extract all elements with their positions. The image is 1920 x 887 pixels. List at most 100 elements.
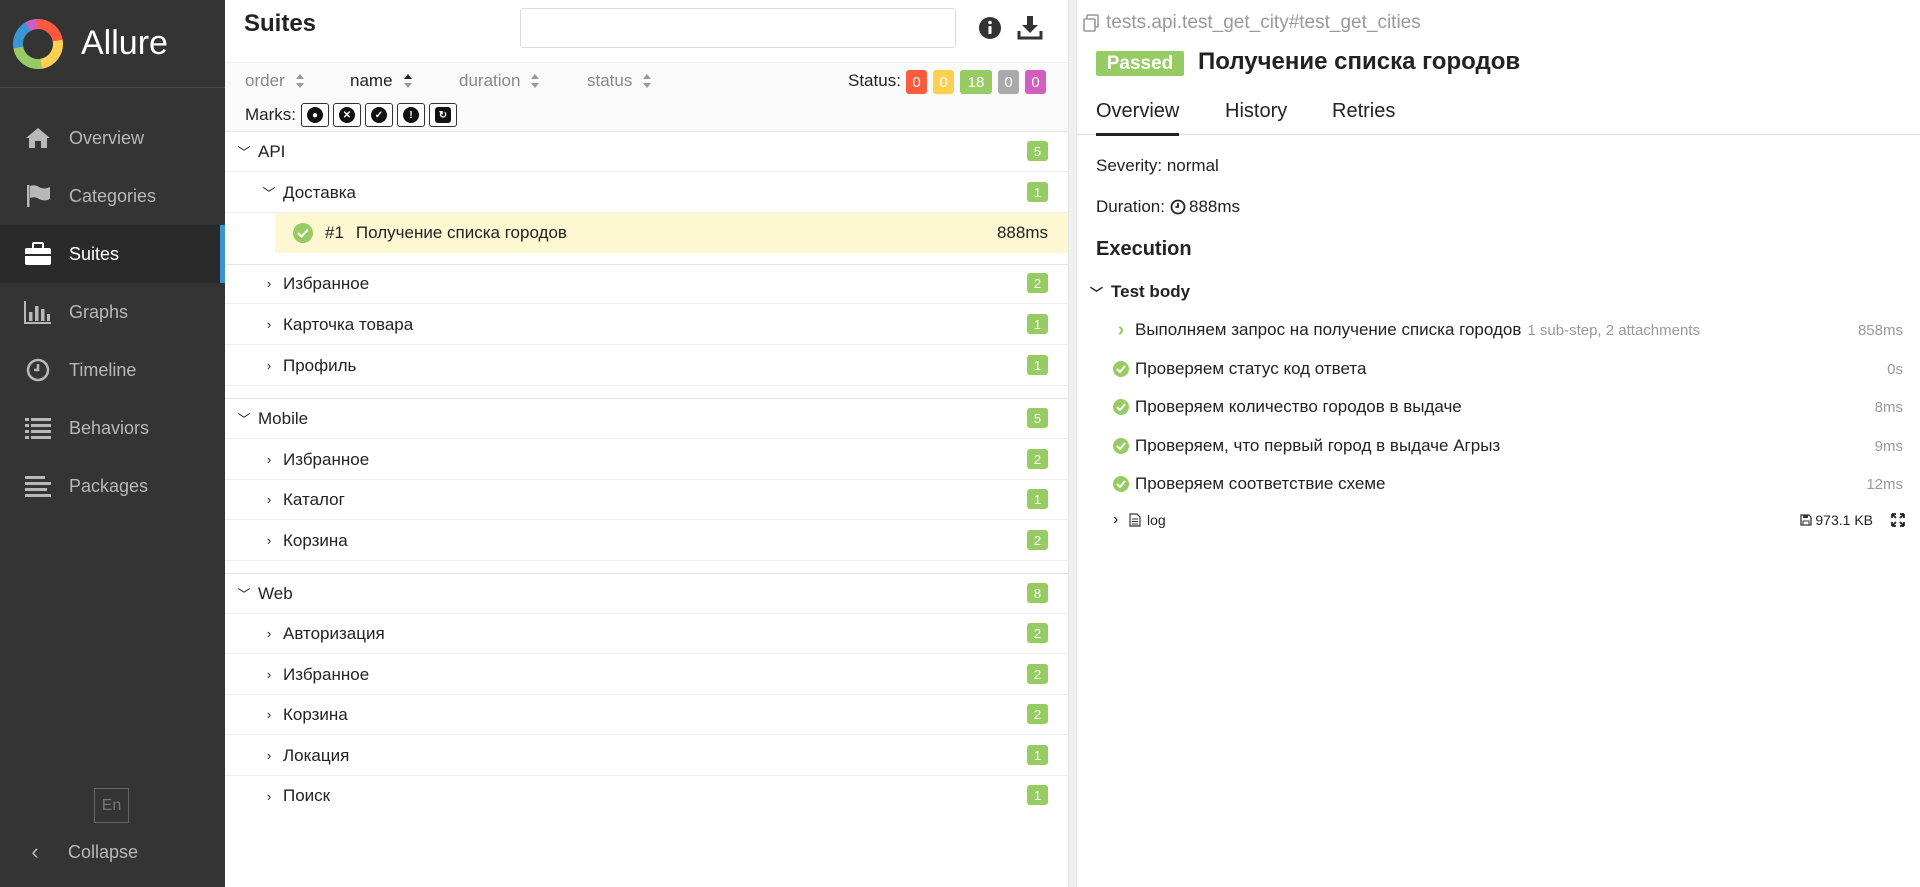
step-row[interactable]: › Выполняем запрос на получение списка г… bbox=[1113, 316, 1903, 344]
mark-new-broken-toggle[interactable]: ! bbox=[397, 103, 425, 127]
tab-retries[interactable]: Retries bbox=[1332, 100, 1395, 123]
tree-group-mobile-favorites[interactable]: › Избранное 2 bbox=[225, 440, 1068, 480]
group-count: 8 bbox=[1027, 583, 1048, 603]
tree-group-api-profile[interactable]: › Профиль 1 bbox=[225, 346, 1068, 386]
group-count: 1 bbox=[1027, 785, 1048, 805]
sidebar-nav: Overview Categories Suites Graphs Timeli… bbox=[0, 109, 225, 515]
group-count: 1 bbox=[1027, 182, 1048, 202]
bomb-icon: ● bbox=[307, 107, 323, 123]
tree-group-api-product-card[interactable]: › Карточка товара 1 bbox=[225, 305, 1068, 345]
group-label: Корзина bbox=[283, 704, 348, 724]
test-body-toggle[interactable]: ﹀ Test body bbox=[1090, 282, 1190, 302]
search-input[interactable] bbox=[520, 8, 956, 48]
step-time: 12ms bbox=[1866, 475, 1903, 493]
chevron-right-icon: › bbox=[266, 707, 272, 722]
step-substeps: 1 sub-step, 2 attachments bbox=[1527, 321, 1700, 339]
status-skipped-toggle[interactable]: 0 bbox=[998, 70, 1019, 94]
sort-duration[interactable]: duration bbox=[459, 71, 540, 91]
chevron-down-icon: ﹀ bbox=[1090, 285, 1104, 301]
sidebar-item-label: Graphs bbox=[69, 301, 129, 322]
passed-icon bbox=[1113, 399, 1129, 415]
tree-group-api-favorites[interactable]: › Избранное 2 bbox=[225, 264, 1068, 304]
tree-group-mobile-cart[interactable]: › Корзина 2 bbox=[225, 521, 1068, 561]
detail-tabs: Overview History Retries bbox=[1077, 92, 1920, 136]
group-label: Избранное bbox=[283, 449, 370, 469]
chevron-down-icon: ﹀ bbox=[237, 412, 251, 427]
chevron-right-icon: › bbox=[266, 788, 272, 804]
sidebar-item-suites[interactable]: Suites bbox=[0, 225, 225, 283]
step-row[interactable]: Проверяем соответствие схеме 12ms bbox=[1113, 470, 1903, 498]
sort-asc-icon bbox=[403, 74, 412, 88]
status-passed-toggle[interactable]: 18 bbox=[960, 70, 992, 94]
tree-group-mobile-catalog[interactable]: › Каталог 1 bbox=[225, 480, 1068, 520]
chevron-right-icon: › bbox=[266, 533, 272, 548]
group-label: Избранное bbox=[283, 664, 370, 684]
sidebar-item-behaviors[interactable]: Behaviors bbox=[0, 399, 225, 457]
brand[interactable]: Allure bbox=[0, 0, 225, 88]
tree-group-web-auth[interactable]: › Авторизация 2 bbox=[225, 614, 1068, 654]
clock-icon bbox=[23, 357, 53, 383]
chevron-down-icon: ﹀ bbox=[262, 186, 276, 201]
step-time: 9ms bbox=[1874, 437, 1903, 455]
attachment-row[interactable]: › log 973.1 KB bbox=[1113, 508, 1905, 532]
group-label: Поиск bbox=[283, 786, 331, 805]
test-row-selected[interactable]: #1 Получение списка городов 888ms bbox=[275, 213, 1068, 253]
status-failed-toggle[interactable]: 0 bbox=[906, 70, 927, 94]
tree-group-web[interactable]: ﹀ Web 8 bbox=[225, 574, 1068, 614]
sidebar-item-label: Suites bbox=[69, 243, 120, 264]
tab-overview[interactable]: Overview bbox=[1096, 100, 1180, 136]
info-icon[interactable] bbox=[978, 16, 1002, 40]
test-title: Получение списка городов bbox=[1198, 48, 1521, 75]
sidebar-item-categories[interactable]: Categories bbox=[0, 167, 225, 225]
chevron-down-icon: ﹀ bbox=[237, 145, 251, 160]
refresh-icon: ↻ bbox=[435, 107, 451, 123]
tree-group-delivery[interactable]: ﹀ Доставка 1 bbox=[225, 173, 1068, 213]
sidebar-item-overview[interactable]: Overview bbox=[0, 109, 225, 167]
passed-icon bbox=[1113, 361, 1129, 377]
step-row[interactable]: Проверяем статус код ответа 0s bbox=[1113, 355, 1903, 383]
sidebar: Allure Overview Categories Suites Graphs… bbox=[0, 0, 225, 887]
test-number: #1 bbox=[325, 223, 344, 242]
test-name: Получение списка городов bbox=[355, 223, 567, 242]
status-unknown-toggle[interactable]: 0 bbox=[1025, 70, 1046, 94]
status-broken-toggle[interactable]: 0 bbox=[933, 70, 954, 94]
sidebar-item-packages[interactable]: Packages bbox=[0, 457, 225, 515]
bar-chart-icon bbox=[23, 299, 53, 325]
collapse-button[interactable]: ‹ Collapse bbox=[24, 839, 138, 865]
group-label: Карточка товара bbox=[283, 314, 414, 334]
tree-group-mobile[interactable]: ﹀ Mobile 5 bbox=[225, 399, 1068, 439]
status-filter-label: Status: bbox=[848, 71, 901, 90]
chevron-right-icon: › bbox=[1117, 318, 1125, 341]
download-icon[interactable] bbox=[1017, 14, 1043, 40]
step-label: Выполняем запрос на получение списка гор… bbox=[1135, 320, 1522, 339]
expand-icon[interactable] bbox=[1891, 513, 1905, 527]
sidebar-item-graphs[interactable]: Graphs bbox=[0, 283, 225, 341]
group-count: 1 bbox=[1027, 355, 1048, 375]
language-switch[interactable]: En bbox=[94, 788, 129, 823]
home-icon bbox=[23, 125, 53, 151]
step-row[interactable]: Проверяем, что первый город в выдаче Агр… bbox=[1113, 432, 1903, 460]
tree-group-web-location[interactable]: › Локация 1 bbox=[225, 736, 1068, 776]
step-time: 0s bbox=[1887, 360, 1903, 378]
pane-resize-handle[interactable] bbox=[1068, 0, 1077, 887]
tab-history[interactable]: History bbox=[1225, 100, 1287, 123]
sort-name-label: name bbox=[350, 71, 393, 90]
tree-group-web-search[interactable]: › Поиск 1 bbox=[225, 776, 1068, 816]
test-detail-pane: tests.api.test_get_city#test_get_cities … bbox=[1077, 0, 1920, 887]
mark-new-passed-toggle[interactable]: ✓ bbox=[365, 103, 393, 127]
sort-icon bbox=[295, 74, 304, 88]
tree-group-web-cart[interactable]: › Корзина 2 bbox=[225, 695, 1068, 735]
sort-status[interactable]: status bbox=[587, 71, 652, 91]
sort-name[interactable]: name bbox=[350, 71, 413, 91]
step-row[interactable]: Проверяем количество городов в выдаче 8m… bbox=[1113, 393, 1903, 421]
sort-order[interactable]: order bbox=[245, 71, 305, 91]
sidebar-item-timeline[interactable]: Timeline bbox=[0, 341, 225, 399]
sort-icon bbox=[531, 74, 540, 88]
mark-flaky-toggle[interactable]: ● bbox=[301, 103, 329, 127]
copy-icon[interactable] bbox=[1082, 14, 1100, 32]
tree-group-api[interactable]: ﹀ API 5 bbox=[225, 132, 1068, 172]
mark-retries-toggle[interactable]: ↻ bbox=[429, 103, 457, 127]
group-label: Локация bbox=[283, 745, 350, 765]
mark-new-failed-toggle[interactable]: ✕ bbox=[333, 103, 361, 127]
tree-group-web-favorites[interactable]: › Избранное 2 bbox=[225, 655, 1068, 695]
